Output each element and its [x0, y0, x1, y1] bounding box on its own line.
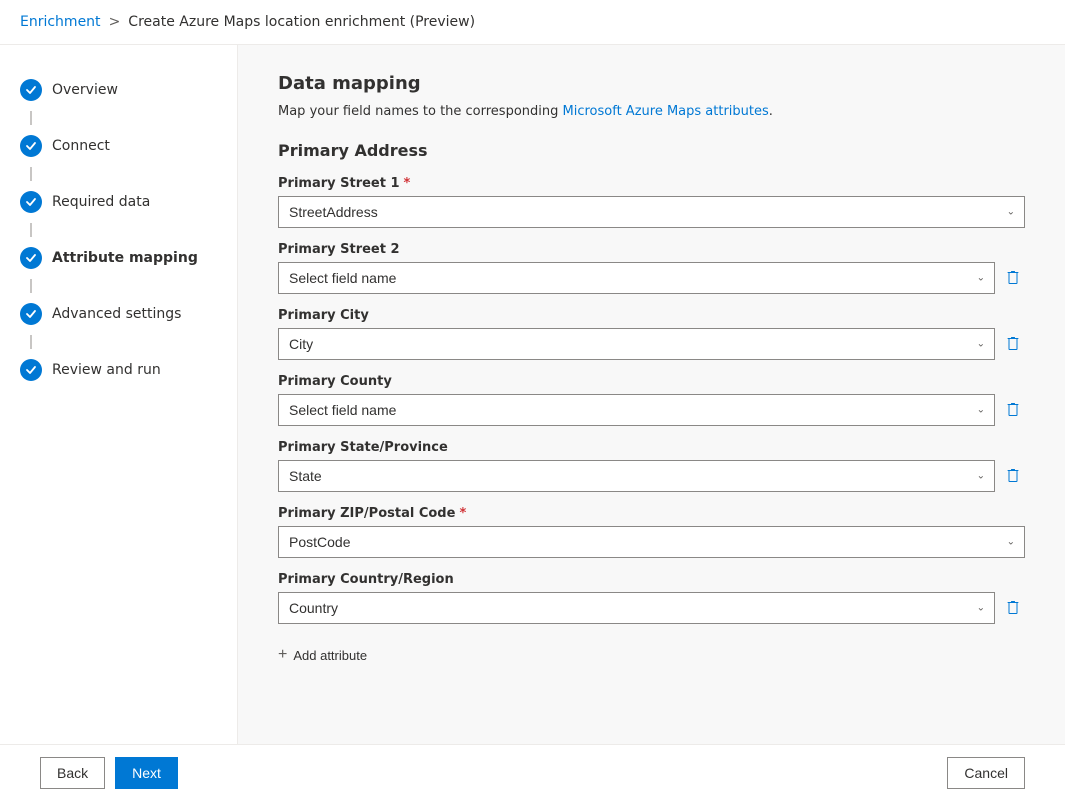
label-primary-street-2: Primary Street 2: [278, 242, 1025, 257]
label-primary-country: Primary Country/Region: [278, 572, 1025, 587]
sidebar-item-review-and-run[interactable]: Review and run: [0, 349, 237, 391]
field-row-street1: StreetAddress Select field name ⌄: [278, 196, 1025, 228]
select-wrapper-state: State Select field name ⌄: [278, 460, 995, 492]
sidebar-label-review-and-run: Review and run: [52, 362, 161, 378]
select-wrapper-street2: Select field name StreetAddress2 ⌄: [278, 262, 995, 294]
select-primary-state[interactable]: State Select field name: [278, 460, 995, 492]
field-primary-street-2: Primary Street 2 Select field name Stree…: [278, 242, 1025, 294]
subtitle-suffix: .: [769, 104, 773, 119]
step-circle-overview: [20, 79, 42, 101]
delete-button-street2[interactable]: [1001, 266, 1025, 290]
delete-button-country[interactable]: [1001, 596, 1025, 620]
add-attribute-button[interactable]: + Add attribute: [278, 638, 367, 672]
field-row-county: Select field name County ⌄: [278, 394, 1025, 426]
back-button[interactable]: Back: [40, 757, 105, 789]
breadcrumb-separator: >: [109, 14, 121, 30]
field-row-country: Country Select field name ⌄: [278, 592, 1025, 624]
main-content: Data mapping Map your field names to the…: [238, 45, 1065, 796]
step-circle-advanced-settings: [20, 303, 42, 325]
sidebar: Overview Connect Required data Attribute…: [0, 45, 238, 796]
field-row-city: City Select field name ⌄: [278, 328, 1025, 360]
sidebar-connector-4: [30, 279, 32, 293]
field-primary-street-1: Primary Street 1 * StreetAddress Select …: [278, 176, 1025, 228]
breadcrumb-current: Create Azure Maps location enrichment (P…: [128, 14, 475, 30]
step-circle-attribute-mapping: [20, 247, 42, 269]
next-button[interactable]: Next: [115, 757, 178, 789]
field-primary-state: Primary State/Province State Select fiel…: [278, 440, 1025, 492]
sidebar-connector-3: [30, 223, 32, 237]
label-primary-zip: Primary ZIP/Postal Code *: [278, 506, 1025, 521]
select-wrapper-zip: PostCode Select field name ⌄: [278, 526, 1025, 558]
delete-button-county[interactable]: [1001, 398, 1025, 422]
plus-icon: +: [278, 646, 287, 664]
select-primary-city[interactable]: City Select field name: [278, 328, 995, 360]
select-primary-street-1[interactable]: StreetAddress Select field name: [278, 196, 1025, 228]
sidebar-item-attribute-mapping[interactable]: Attribute mapping: [0, 237, 237, 279]
sidebar-item-overview[interactable]: Overview: [0, 69, 237, 111]
sidebar-connector-5: [30, 335, 32, 349]
select-primary-country[interactable]: Country Select field name: [278, 592, 995, 624]
field-primary-county: Primary County Select field name County …: [278, 374, 1025, 426]
footer-spacer: [278, 672, 1025, 732]
step-circle-required-data: [20, 191, 42, 213]
page-title: Data mapping: [278, 73, 1025, 94]
select-primary-street-2[interactable]: Select field name StreetAddress2: [278, 262, 995, 294]
footer-left-actions: Back Next: [40, 757, 178, 789]
top-bar: Enrichment > Create Azure Maps location …: [0, 0, 1065, 45]
layout: Overview Connect Required data Attribute…: [0, 45, 1065, 796]
label-primary-county: Primary County: [278, 374, 1025, 389]
field-row-state: State Select field name ⌄: [278, 460, 1025, 492]
select-wrapper-county: Select field name County ⌄: [278, 394, 995, 426]
select-primary-county[interactable]: Select field name County: [278, 394, 995, 426]
sidebar-label-required-data: Required data: [52, 194, 150, 210]
add-attribute-label: Add attribute: [293, 648, 367, 663]
delete-button-city[interactable]: [1001, 332, 1025, 356]
select-primary-zip[interactable]: PostCode Select field name: [278, 526, 1025, 558]
sidebar-label-attribute-mapping: Attribute mapping: [52, 250, 198, 266]
select-wrapper-street1: StreetAddress Select field name ⌄: [278, 196, 1025, 228]
label-primary-city: Primary City: [278, 308, 1025, 323]
required-star-zip: *: [459, 506, 466, 521]
select-wrapper-city: City Select field name ⌄: [278, 328, 995, 360]
footer: Back Next Cancel: [0, 744, 1065, 800]
breadcrumb-parent[interactable]: Enrichment: [20, 14, 101, 30]
sidebar-connector-2: [30, 167, 32, 181]
required-star-street1: *: [404, 176, 411, 191]
sidebar-item-connect[interactable]: Connect: [0, 125, 237, 167]
step-circle-connect: [20, 135, 42, 157]
sidebar-item-advanced-settings[interactable]: Advanced settings: [0, 293, 237, 335]
field-primary-city: Primary City City Select field name ⌄: [278, 308, 1025, 360]
sidebar-label-advanced-settings: Advanced settings: [52, 306, 181, 322]
field-row-zip: PostCode Select field name ⌄: [278, 526, 1025, 558]
azure-maps-link[interactable]: Microsoft Azure Maps attributes: [563, 104, 769, 119]
sidebar-label-overview: Overview: [52, 82, 118, 98]
primary-address-group-title: Primary Address: [278, 141, 1025, 160]
select-wrapper-country: Country Select field name ⌄: [278, 592, 995, 624]
sidebar-item-required-data[interactable]: Required data: [0, 181, 237, 223]
cancel-button[interactable]: Cancel: [947, 757, 1025, 789]
label-primary-street-1: Primary Street 1 *: [278, 176, 1025, 191]
subtitle-prefix: Map your field names to the correspondin…: [278, 104, 563, 119]
delete-button-state[interactable]: [1001, 464, 1025, 488]
label-primary-state: Primary State/Province: [278, 440, 1025, 455]
sidebar-label-connect: Connect: [52, 138, 110, 154]
field-row-street2: Select field name StreetAddress2 ⌄: [278, 262, 1025, 294]
field-primary-zip: Primary ZIP/Postal Code * PostCode Selec…: [278, 506, 1025, 558]
sidebar-connector-1: [30, 111, 32, 125]
step-circle-review-and-run: [20, 359, 42, 381]
subtitle: Map your field names to the correspondin…: [278, 104, 1025, 119]
field-primary-country: Primary Country/Region Country Select fi…: [278, 572, 1025, 624]
